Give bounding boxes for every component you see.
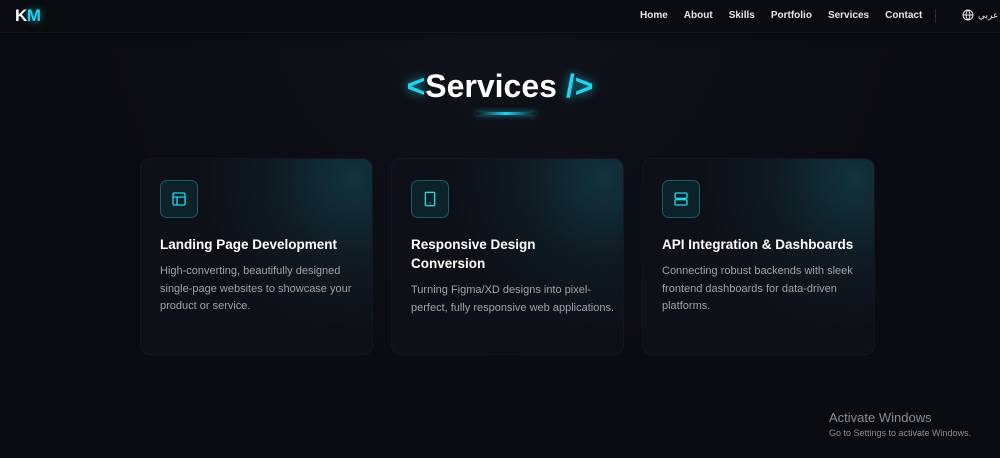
card-title: Landing Page Development [160, 237, 338, 252]
watermark-title: Activate Windows [829, 410, 932, 425]
nav-link-home[interactable]: Home [640, 10, 668, 21]
nav-links: Home About Skills Portfolio Services Con… [640, 10, 922, 21]
globe-icon [962, 9, 974, 21]
card-icon-box [662, 180, 700, 218]
nav-link-contact[interactable]: Contact [885, 10, 922, 21]
server-icon [674, 192, 688, 206]
section-title: <Services /> [0, 68, 1000, 105]
tablet-icon [424, 191, 436, 207]
logo-k: K [15, 6, 27, 25]
nav-link-portfolio[interactable]: Portfolio [771, 10, 812, 21]
title-underline [476, 112, 536, 115]
title-text: Services [425, 68, 557, 104]
service-card-api: API Integration & Dashboards Connecting … [642, 158, 875, 355]
card-title: API Integration & Dashboards [662, 237, 854, 252]
card-description: High-converting, beautifully designed si… [160, 265, 352, 312]
service-card-landing: Landing Page Development High-converting… [140, 158, 373, 355]
logo-m: M [26, 6, 41, 25]
layout-icon [172, 192, 186, 206]
nav-link-about[interactable]: About [684, 10, 713, 21]
language-toggle[interactable]: عربي [962, 9, 998, 21]
nav-divider [935, 9, 936, 23]
card-description: Turning Figma/XD designs into pixel-perf… [411, 284, 614, 314]
nav-link-skills[interactable]: Skills [729, 10, 755, 21]
title-bracket-close: /> [565, 68, 594, 104]
navbar: KM Home About Skills Portfolio Services … [0, 0, 1000, 33]
page: KM Home About Skills Portfolio Services … [0, 0, 1000, 458]
language-label: عربي [978, 9, 999, 20]
title-bracket-open: < [406, 68, 426, 104]
logo[interactable]: KM [15, 6, 41, 26]
activate-windows-watermark: Activate Windows Go to Settings to activ… [829, 410, 971, 438]
card-description: Connecting robust backends with sleek fr… [662, 265, 853, 312]
card-icon-box [411, 180, 449, 218]
nav-link-services[interactable]: Services [828, 10, 869, 21]
card-title: Responsive Design Conversion [411, 237, 536, 271]
card-icon-box [160, 180, 198, 218]
watermark-subtitle: Go to Settings to activate Windows. [829, 428, 972, 438]
service-card-responsive: Responsive Design Conversion Turning Fig… [391, 158, 624, 355]
